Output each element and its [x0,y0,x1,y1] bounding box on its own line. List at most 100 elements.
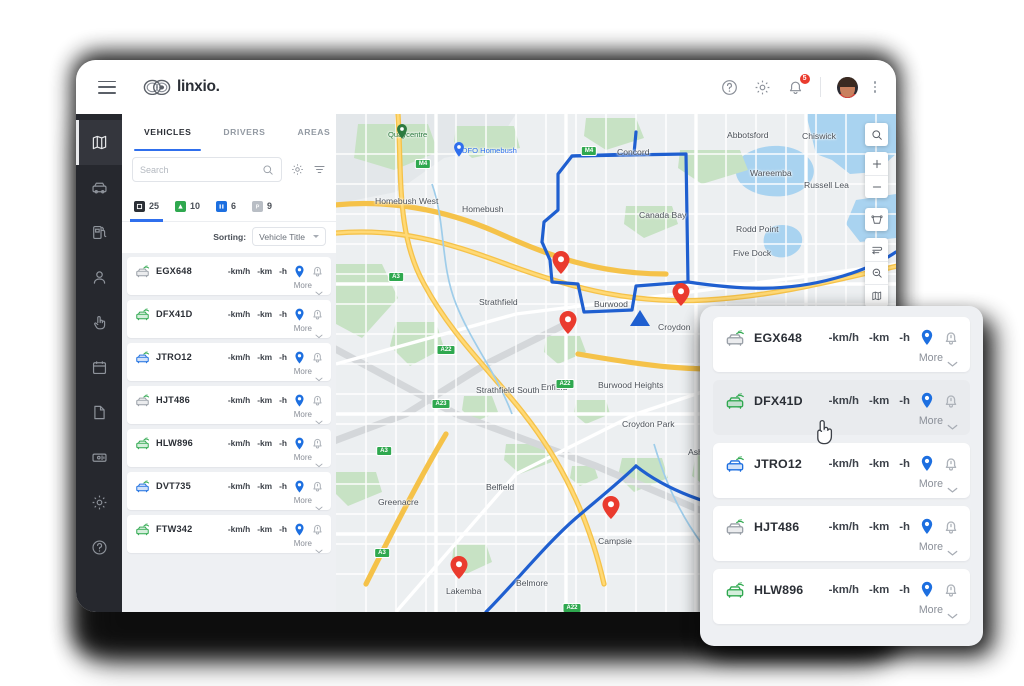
locate-on-map-icon[interactable] [294,480,305,493]
tab-areas[interactable]: AREAS [281,114,336,151]
layers-icon[interactable] [865,284,888,307]
avatar[interactable] [836,76,858,98]
vehicle-row[interactable]: FTW342 -km/h -km -h More [127,515,331,554]
vehicle-row[interactable]: EGX648 -km/h -km -h More [127,257,331,296]
vehicle-more-toggle[interactable]: More [135,410,323,425]
sidebar-item-tasks[interactable] [76,300,122,345]
panel-tabs: VEHICLES DRIVERS AREAS [122,114,336,151]
parked-status-icon: P [252,200,264,212]
vehicle-marker-1[interactable] [552,251,570,274]
vehicle-more-toggle[interactable]: More [725,541,958,556]
vehicle-alerts-icon[interactable] [944,456,958,472]
search-box[interactable] [132,157,282,182]
locate-on-map-icon[interactable] [920,329,934,346]
brand-logo[interactable]: linxio. [143,78,220,96]
locate-on-map-icon[interactable] [294,351,305,364]
locate-on-map-icon[interactable] [920,392,934,409]
sidebar-item-vehicles[interactable] [76,165,122,210]
vehicle-more-toggle[interactable]: More [725,352,958,367]
vehicle-alerts-icon[interactable] [944,519,958,535]
locate-on-map-icon[interactable] [294,265,305,278]
vertical-dots-icon[interactable] [873,81,876,93]
vehicle-more-toggle[interactable]: More [135,453,323,468]
vehicle-alerts-icon[interactable] [312,394,323,406]
notifications-button[interactable]: 5 [787,72,811,96]
vehicle-row[interactable]: JTRO12 -km/h -km -h More [127,343,331,382]
sidebar-item-calendar[interactable] [76,345,122,390]
vehicle-more-toggle[interactable]: More [135,367,323,382]
floating-vehicle-list[interactable]: EGX648 -km/h -km -h More DFX41D -km/h -km -h More… [713,317,970,624]
vehicle-more-toggle[interactable]: More [725,604,958,619]
search-input[interactable] [140,164,258,175]
sidebar-item-help[interactable] [76,525,122,570]
vehicle-alerts-icon[interactable] [944,393,958,409]
more-label: More [293,281,312,290]
sidebar-item-drivers[interactable] [76,255,122,300]
zoom-out-icon[interactable] [865,175,888,198]
vehicle-alerts-icon[interactable] [944,330,958,346]
chip-moving[interactable]: 10 [167,191,208,222]
tab-drivers[interactable]: DRIVERS [207,114,281,151]
vehicle-marker-2[interactable] [559,311,577,334]
locate-on-map-icon[interactable] [294,437,305,450]
vehicle-alerts-icon[interactable] [312,308,323,320]
hamburger-icon[interactable] [98,80,116,94]
vehicle-alerts-icon[interactable] [312,480,323,492]
vehicle-status-car-icon [135,350,150,364]
map-search-icon[interactable] [865,123,888,146]
locate-on-map-icon[interactable] [920,581,934,598]
vehicle-alerts-icon[interactable] [312,523,323,535]
floating-vehicle-row[interactable]: EGX648 -km/h -km -h More [713,317,970,372]
vehicle-more-toggle[interactable]: More [135,324,323,339]
vehicle-row[interactable]: HLW896 -km/h -km -h More [127,429,331,468]
help-circle-icon[interactable] [721,79,738,96]
panel-gear-icon[interactable] [291,163,304,176]
vehicle-more-toggle[interactable]: More [725,415,958,430]
vehicle-list[interactable]: EGX648 -km/h -km -h More DFX41D -km/h -km -h More… [122,253,336,612]
chip-idle[interactable]: 6 [208,191,244,222]
vehicle-alerts-icon[interactable] [312,265,323,277]
chip-parked[interactable]: P 9 [244,191,280,222]
vehicle-alerts-icon[interactable] [944,582,958,598]
vehicle-row[interactable]: HJT486 -km/h -km -h More [127,386,331,425]
vehicle-more-toggle[interactable]: More [135,539,323,554]
sidebar-item-map[interactable] [76,120,122,165]
vehicle-alerts-icon[interactable] [312,351,323,363]
filter-icon[interactable] [313,163,326,176]
sidebar-item-reports[interactable] [76,390,122,435]
locate-on-map-icon[interactable] [294,523,305,536]
locate-on-map-icon[interactable] [294,394,305,407]
locate-on-map-icon[interactable] [920,455,934,472]
vehicle-row[interactable]: DVT735 -km/h -km -h More [127,472,331,511]
chip-all[interactable]: 25 [126,191,167,222]
vehicle-marker-4[interactable] [602,496,620,519]
gear-icon[interactable] [754,79,771,96]
vehicle-status-car-icon [135,436,150,450]
sidebar-item-devices[interactable] [76,435,122,480]
sorting-select[interactable]: Vehicle Title [252,227,326,246]
polygon-icon[interactable] [865,208,888,231]
floating-vehicle-row[interactable]: JTRO12 -km/h -km -h More [713,443,970,498]
sidebar-item-fuel[interactable] [76,210,122,255]
locate-on-map-icon[interactable] [294,308,305,321]
vehicle-more-toggle[interactable]: More [135,496,323,511]
floating-vehicle-row[interactable]: HJT486 -km/h -km -h More [713,506,970,561]
floating-vehicle-row[interactable]: DFX41D -km/h -km -h More [713,380,970,435]
vehicle-marker-5[interactable] [450,556,468,579]
floating-vehicle-panel[interactable]: EGX648 -km/h -km -h More DFX41D -km/h -km -h More… [700,306,983,646]
route-icon[interactable] [865,238,888,261]
search-icon[interactable] [262,164,274,176]
tab-vehicles[interactable]: VEHICLES [128,114,207,151]
poi-pin-dfo-homebush[interactable] [454,142,465,157]
poi-pin-quaycentre[interactable] [397,124,408,139]
sidebar-item-settings[interactable] [76,480,122,525]
zoom-in-icon[interactable] [865,152,888,175]
vehicle-more-toggle[interactable]: More [725,478,958,493]
vehicle-more-toggle[interactable]: More [135,281,323,296]
vehicle-marker-3[interactable] [672,283,690,306]
floating-vehicle-row[interactable]: HLW896 -km/h -km -h More [713,569,970,624]
vehicle-alerts-icon[interactable] [312,437,323,449]
locate-on-map-icon[interactable] [920,518,934,535]
zoom-box-icon[interactable] [865,261,888,284]
vehicle-row[interactable]: DFX41D -km/h -km -h More [127,300,331,339]
